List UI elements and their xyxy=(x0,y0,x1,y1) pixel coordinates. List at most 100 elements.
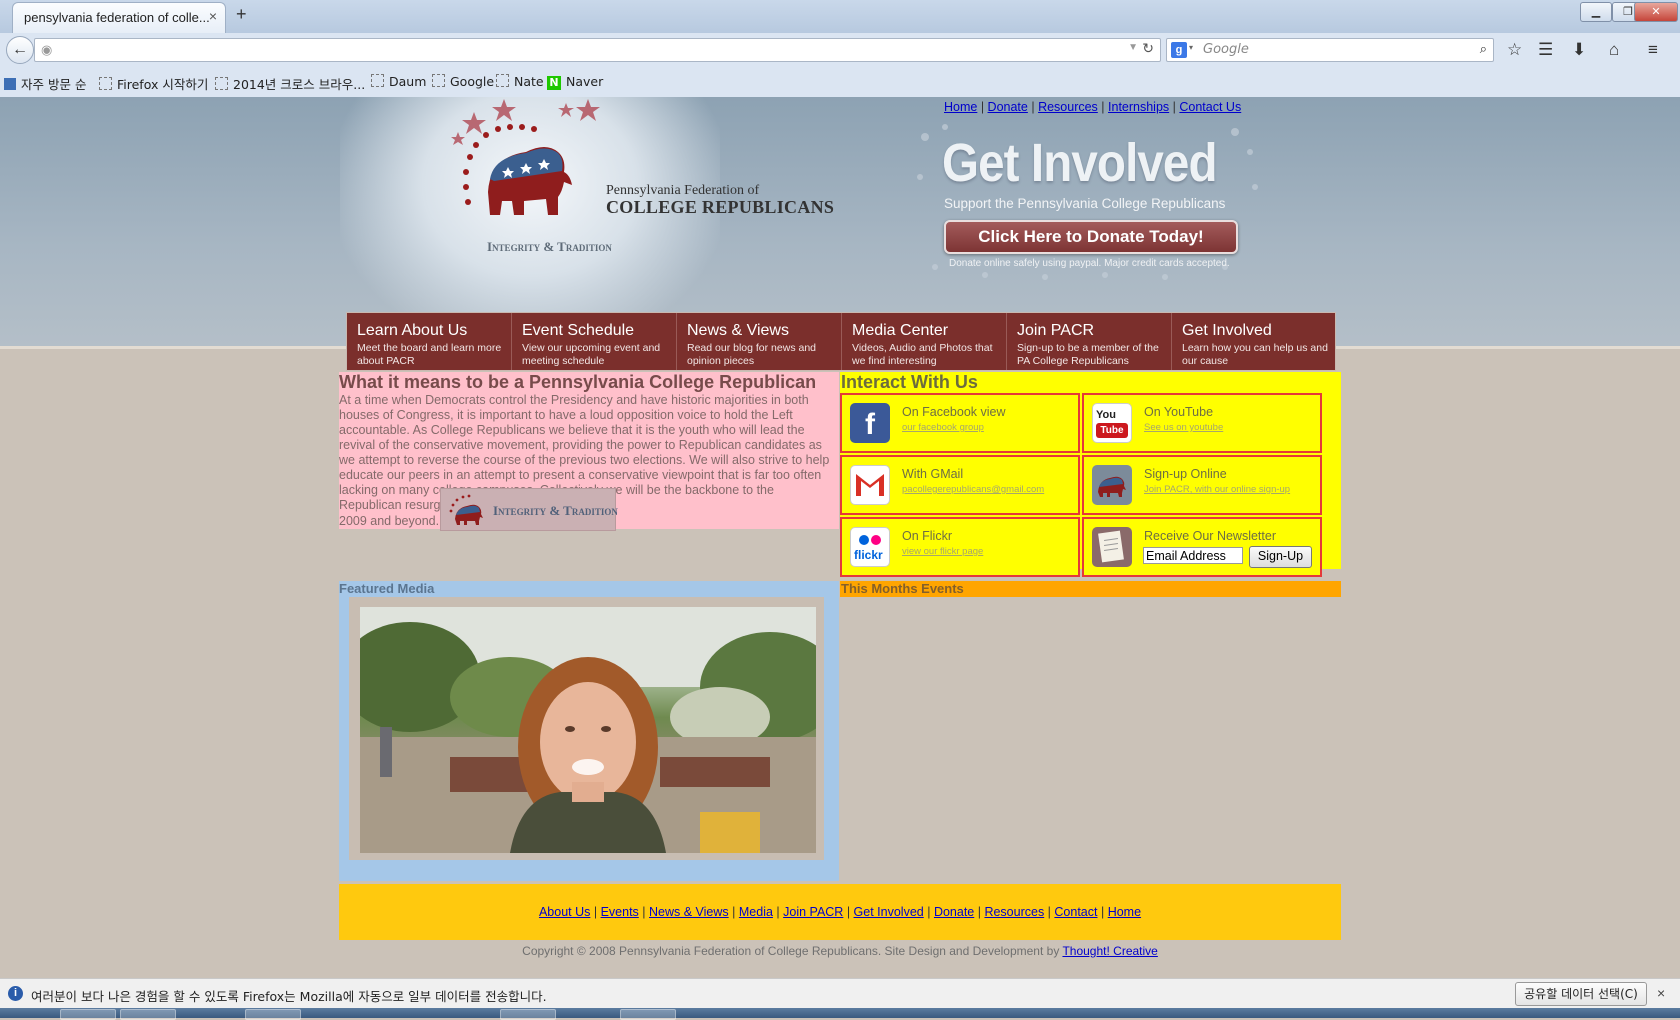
taskbar-item[interactable] xyxy=(500,1009,556,1020)
footer-link-contact[interactable]: Contact xyxy=(1054,905,1097,919)
web-page: Pennsylvania Federation of COLLEGE REPUB… xyxy=(0,97,1680,978)
nav-get-involved[interactable]: Get Involved Learn how you can help us a… xyxy=(1172,313,1334,370)
search-engine-icon[interactable]: g xyxy=(1171,42,1187,58)
bookmark-item-cross-browser[interactable]: 2014년 크로스 브라우... xyxy=(215,74,365,93)
signup-link[interactable]: Join PACR, with our online sign-up xyxy=(1144,484,1290,495)
nav-title: Get Involved xyxy=(1182,322,1272,339)
footer-link-media[interactable]: Media xyxy=(739,905,773,919)
gmail-icon[interactable] xyxy=(850,465,890,505)
bookmarks-toolbar: 자주 방문 순 Firefox 시작하기 2014년 크로스 브라우... Da… xyxy=(0,70,1680,94)
footer-link-get-involved[interactable]: Get Involved xyxy=(854,905,924,919)
bookmark-item-firefox[interactable]: Firefox 시작하기 xyxy=(99,74,208,93)
nav-news-views[interactable]: News & Views Read our blog for news and … xyxy=(677,313,842,370)
footer-link-about[interactable]: About Us xyxy=(539,905,590,919)
url-bar[interactable]: ◉ ▼ ↻ xyxy=(34,38,1161,62)
notification-text: 여러분이 보다 나은 경험을 할 수 있도록 Firefox는 Mozilla에… xyxy=(31,989,547,1004)
minimize-icon[interactable]: ▁ xyxy=(1580,2,1612,22)
nav-join-pacr[interactable]: Join PACR Sign-up to be a member of the … xyxy=(1007,313,1172,370)
download-icon[interactable]: ⬇ xyxy=(1572,40,1586,60)
close-window-icon[interactable]: ✕ xyxy=(1634,2,1678,22)
taskbar-item[interactable] xyxy=(620,1009,676,1020)
footer-link-events[interactable]: Events xyxy=(601,905,639,919)
top-link-home[interactable]: Home xyxy=(944,100,977,114)
bookmark-item-google[interactable]: Google xyxy=(432,74,494,89)
top-link-donate[interactable]: Donate xyxy=(988,100,1028,114)
donate-button[interactable]: Click Here to Donate Today! xyxy=(944,220,1238,254)
nav-media-center[interactable]: Media Center Videos, Audio and Photos th… xyxy=(842,313,1007,370)
facebook-link[interactable]: our facebook group xyxy=(902,422,984,433)
search-icon[interactable]: ⌕ xyxy=(1480,41,1487,57)
site-header: Pennsylvania Federation of COLLEGE REPUB… xyxy=(0,97,1680,347)
naver-icon: N xyxy=(547,76,561,90)
taskbar-item[interactable] xyxy=(60,1009,116,1020)
tab-strip: pensylvania federation of colle... × + ▁… xyxy=(0,0,1680,33)
bookmark-item-naver[interactable]: N Naver xyxy=(547,74,603,90)
page-icon xyxy=(99,77,112,90)
browser-tab[interactable]: pensylvania federation of colle... × xyxy=(12,2,226,33)
footer-link-home[interactable]: Home xyxy=(1108,905,1141,919)
engine-dropdown-icon[interactable]: ▾ xyxy=(1189,43,1193,52)
gmail-link[interactable]: pacollegerepublicans@gmail.com xyxy=(902,484,1044,495)
choose-data-button[interactable]: 공유할 데이터 선택(C) xyxy=(1515,982,1647,1006)
notification-close-icon[interactable]: × xyxy=(1657,985,1665,1001)
donate-note: Donate online safely using paypal. Major… xyxy=(949,258,1230,269)
facebook-icon[interactable]: f xyxy=(850,403,890,443)
navigation-toolbar: ← ◉ ▼ ↻ g ▾ Google ⌕ ☆ ☰ ⬇ ⌂ ≡ xyxy=(0,34,1680,66)
tab-title: pensylvania federation of colle... xyxy=(24,10,210,25)
nav-learn-about-us[interactable]: Learn About Us Meet the board and learn … xyxy=(347,313,512,370)
page-icon xyxy=(496,74,509,87)
top-link-contact[interactable]: Contact Us xyxy=(1179,100,1241,114)
nav-title: Media Center xyxy=(852,322,949,339)
back-arrow-icon[interactable]: ← xyxy=(6,36,34,64)
flickr-link[interactable]: view our flickr page xyxy=(902,546,983,557)
newsletter-email-input[interactable] xyxy=(1143,547,1243,564)
about-section: What it means to be a Pennsylvania Colle… xyxy=(339,372,839,531)
youtube-link[interactable]: See us on youtube xyxy=(1144,422,1223,433)
featured-media-title: Featured Media xyxy=(339,581,435,596)
notification-bar: i 여러분이 보다 나은 경험을 할 수 있도록 Firefox는 Mozill… xyxy=(0,978,1680,1009)
reload-icon[interactable]: ↻ xyxy=(1142,40,1154,57)
footer-link-resources[interactable]: Resources xyxy=(984,905,1044,919)
bookmark-star-icon[interactable]: ☆ xyxy=(1507,40,1522,60)
flickr-icon[interactable]: flickr xyxy=(850,527,890,567)
tab-close-icon[interactable]: × xyxy=(209,8,217,24)
interact-newsletter: Receive Our Newsletter Sign-Up xyxy=(1082,517,1322,577)
nav-event-schedule[interactable]: Event Schedule View our upcoming event a… xyxy=(512,313,677,370)
page-icon xyxy=(371,74,384,87)
video-frame xyxy=(349,597,824,860)
nav-title: Join PACR xyxy=(1017,322,1095,339)
copyright: Copyright © 2008 Pennsylvania Federation… xyxy=(339,944,1341,958)
interact-signup-title: Sign-up Online xyxy=(1144,467,1227,481)
interact-youtube-title: On YouTube xyxy=(1144,405,1214,419)
home-icon[interactable]: ⌂ xyxy=(1609,40,1619,60)
top-link-internships[interactable]: Internships xyxy=(1108,100,1169,114)
newsletter-signup-button[interactable]: Sign-Up xyxy=(1249,546,1312,568)
nav-title: Event Schedule xyxy=(522,322,635,339)
globe-icon: ◉ xyxy=(41,42,53,57)
taskbar-item[interactable] xyxy=(245,1009,301,1020)
reading-list-icon[interactable]: ☰ xyxy=(1538,40,1553,60)
taskbar-item[interactable] xyxy=(120,1009,176,1020)
nav-description: Sign-up to be a member of the PA College… xyxy=(1017,342,1159,367)
youtube-icon[interactable]: You Tube xyxy=(1092,403,1132,443)
top-link-resources[interactable]: Resources xyxy=(1038,100,1098,114)
interact-title: Interact With Us xyxy=(841,372,978,392)
bookmark-item-nate[interactable]: Nate xyxy=(496,74,544,89)
nav-description: View our upcoming event and meeting sche… xyxy=(522,342,661,367)
search-input[interactable]: Google xyxy=(1203,42,1249,57)
bookmark-item-daum[interactable]: Daum xyxy=(371,74,426,89)
footer-link-news-views[interactable]: News & Views xyxy=(649,905,729,919)
footer-link-join-pacr[interactable]: Join PACR xyxy=(783,905,843,919)
events-title: This Months Events xyxy=(841,581,964,596)
nav-description: Videos, Audio and Photos that we find in… xyxy=(852,342,993,367)
search-bar[interactable]: g ▾ Google ⌕ xyxy=(1166,38,1494,62)
new-tab-icon[interactable]: + xyxy=(236,4,247,25)
elephant-icon[interactable] xyxy=(1092,465,1132,505)
history-dropdown-icon[interactable]: ▼ xyxy=(1128,42,1138,53)
footer-link-donate[interactable]: Donate xyxy=(934,905,974,919)
interact-flickr-title: On Flickr xyxy=(902,529,952,543)
featured-video[interactable] xyxy=(360,607,816,853)
menu-icon[interactable]: ≡ xyxy=(1648,40,1658,60)
bookmark-item-most-visited[interactable]: 자주 방문 순 xyxy=(4,74,86,93)
credit-link[interactable]: Thought! Creative xyxy=(1062,944,1157,958)
